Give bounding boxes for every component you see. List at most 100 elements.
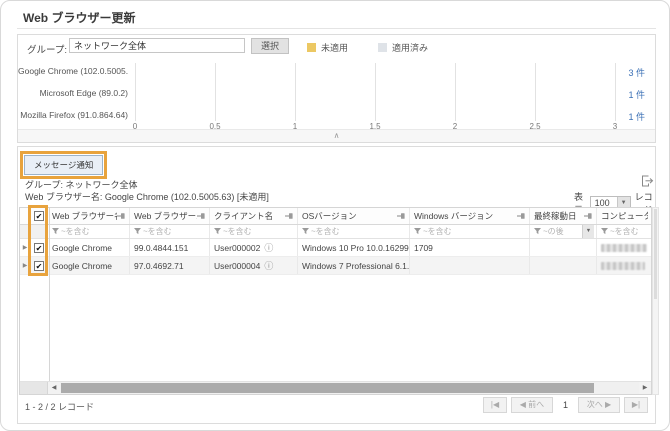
chart-collapse-bar[interactable]: ∧ — [18, 129, 655, 142]
next-page-button[interactable]: 次へ ▶ — [578, 397, 620, 413]
column-label: Web ブラウザーバ… — [134, 210, 197, 222]
category-label-edge: Microsoft Edge (89.0.2) — [18, 88, 128, 98]
filter-placeholder: ~を含む — [143, 226, 172, 237]
count-link-chrome[interactable]: 3 件 — [615, 66, 645, 79]
pin-icon[interactable] — [517, 212, 526, 220]
filter-os-version[interactable]: ~を含む — [298, 225, 410, 238]
column-label: 最終稼動日 — [534, 210, 584, 222]
scrollbar-track[interactable] — [60, 382, 639, 394]
column-label: コンピューター名 — [601, 210, 648, 222]
vertical-scrollbar[interactable] — [652, 207, 659, 395]
group-select-button[interactable]: 選択 — [251, 38, 289, 54]
info-icon[interactable]: ⓘ — [264, 261, 273, 271]
count-link-firefox[interactable]: 1 件 — [615, 110, 645, 123]
filter-browser-version[interactable]: ~を含む — [130, 225, 210, 238]
cell-browser-version: 99.0.4844.151 — [130, 239, 210, 256]
info-icon[interactable]: ⓘ — [264, 243, 273, 253]
title-divider — [17, 28, 656, 29]
column-label: OSバージョン — [302, 210, 397, 222]
table-row[interactable]: ▶ ✔ Google Chrome 97.0.4692.71 User00000… — [20, 257, 651, 275]
filter-funnel-icon — [52, 228, 59, 235]
filter-placeholder: ~を含む — [610, 226, 639, 237]
redacted-computer-name — [601, 262, 645, 270]
column-header-browser-version[interactable]: Web ブラウザーバ… — [130, 208, 210, 224]
scrollbar-corner — [20, 382, 48, 394]
column-label: クライアント名 — [214, 210, 285, 222]
filter-browser-name[interactable]: ~を含む — [48, 225, 130, 238]
cell-computer-name — [597, 257, 651, 274]
legend-label: 適用済み — [392, 41, 428, 54]
scroll-right-icon[interactable]: ▶ — [639, 382, 651, 394]
row-expander-icon[interactable]: ▶ — [20, 239, 31, 256]
filter-dropdown-icon[interactable]: ▼ — [582, 225, 594, 238]
scrollbar-thumb[interactable] — [61, 383, 594, 393]
category-label-chrome: Google Chrome (102.0.5005.… — [18, 66, 128, 76]
filter-funnel-icon — [134, 228, 141, 235]
horizontal-scrollbar[interactable]: ◀ ▶ — [20, 381, 651, 394]
legend-swatch-not-applied — [307, 43, 316, 52]
row-checkbox[interactable]: ✔ — [34, 261, 44, 271]
redacted-computer-name — [601, 244, 647, 252]
last-page-button[interactable]: ▶| — [624, 397, 648, 413]
cell-computer-name — [597, 239, 651, 256]
column-label: Web ブラウザー名 — [52, 210, 117, 222]
gridline — [135, 63, 136, 121]
legend-item-not-applied: 未適用 — [307, 41, 348, 54]
pin-icon[interactable] — [117, 212, 126, 220]
message-button-highlight: メッセージ通知 — [20, 151, 107, 179]
cell-windows-version: 1709 — [410, 239, 530, 256]
pin-icon[interactable] — [397, 212, 406, 220]
message-notify-button[interactable]: メッセージ通知 — [24, 155, 103, 175]
column-header-last-active[interactable]: 最終稼動日 — [530, 208, 597, 224]
scroll-left-icon[interactable]: ◀ — [48, 382, 60, 394]
gridline — [535, 63, 536, 121]
column-header-os-version[interactable]: OSバージョン — [298, 208, 410, 224]
pin-icon[interactable] — [285, 212, 294, 220]
first-page-button[interactable]: |◀ — [483, 397, 507, 413]
pin-icon[interactable] — [584, 212, 593, 220]
filter-windows-version[interactable]: ~を含む — [410, 225, 530, 238]
filter-spacer — [20, 225, 31, 238]
prev-page-button[interactable]: ◀ 前へ — [511, 397, 553, 413]
column-header-computer-name[interactable]: コンピューター名 — [597, 208, 651, 224]
filter-funnel-icon — [601, 228, 608, 235]
table-row[interactable]: ▶ ✔ Google Chrome 99.0.4844.151 User0000… — [20, 239, 651, 257]
legend-swatch-applied — [378, 43, 387, 52]
pin-icon[interactable] — [197, 212, 206, 220]
filter-client-name[interactable]: ~を含む — [210, 225, 298, 238]
cell-browser-version: 97.0.4692.71 — [130, 257, 210, 274]
filter-placeholder: ~を含む — [61, 226, 90, 237]
scrollbar-thumb[interactable] — [654, 209, 657, 299]
column-header-windows-version[interactable]: Windows バージョン — [410, 208, 530, 224]
column-header-browser-name[interactable]: Web ブラウザー名 — [48, 208, 130, 224]
select-all-checkbox[interactable]: ✔ — [34, 211, 44, 221]
select-all-cell: ✔ — [31, 208, 48, 224]
cell-browser-name: Google Chrome — [48, 257, 130, 274]
group-input[interactable] — [69, 38, 245, 53]
cell-browser-name: Google Chrome — [48, 239, 130, 256]
cell-client-name: User000004 ⓘ — [210, 257, 298, 274]
column-label: Windows バージョン — [414, 210, 517, 222]
filter-last-active[interactable]: ~の後 ▼ — [530, 225, 597, 238]
current-page-number: 1 — [563, 400, 568, 410]
chart-legend: 未適用 適用済み — [307, 41, 458, 54]
browser-update-chart-panel: グループ: 選択 未適用 適用済み Google Chrome (102.0.5… — [17, 34, 656, 143]
header-expander-cell — [20, 208, 31, 224]
count-link-edge[interactable]: 1 件 — [615, 88, 645, 101]
filter-spacer — [31, 225, 48, 238]
filter-funnel-icon — [414, 228, 421, 235]
column-header-client-name[interactable]: クライアント名 — [210, 208, 298, 224]
cell-os-version: Windows 7 Professional 6.1.7… — [298, 257, 410, 274]
export-icon[interactable] — [641, 175, 654, 187]
row-expander-icon[interactable]: ▶ — [20, 257, 31, 274]
filter-placeholder: ~を含む — [311, 226, 340, 237]
page-title: Web ブラウザー更新 — [23, 9, 135, 26]
filter-computer-name[interactable]: ~を含む — [597, 225, 651, 238]
frozen-column-divider — [49, 208, 50, 394]
cell-client-name: User000002 ⓘ — [210, 239, 298, 256]
browser-detail-panel: メッセージ通知 グループ: ネットワーク全体 Web ブラウザー名: Googl… — [17, 146, 656, 424]
row-checkbox[interactable]: ✔ — [34, 243, 44, 253]
filter-funnel-icon — [214, 228, 221, 235]
row-checkbox-cell: ✔ — [31, 239, 48, 256]
filter-funnel-icon — [302, 228, 309, 235]
